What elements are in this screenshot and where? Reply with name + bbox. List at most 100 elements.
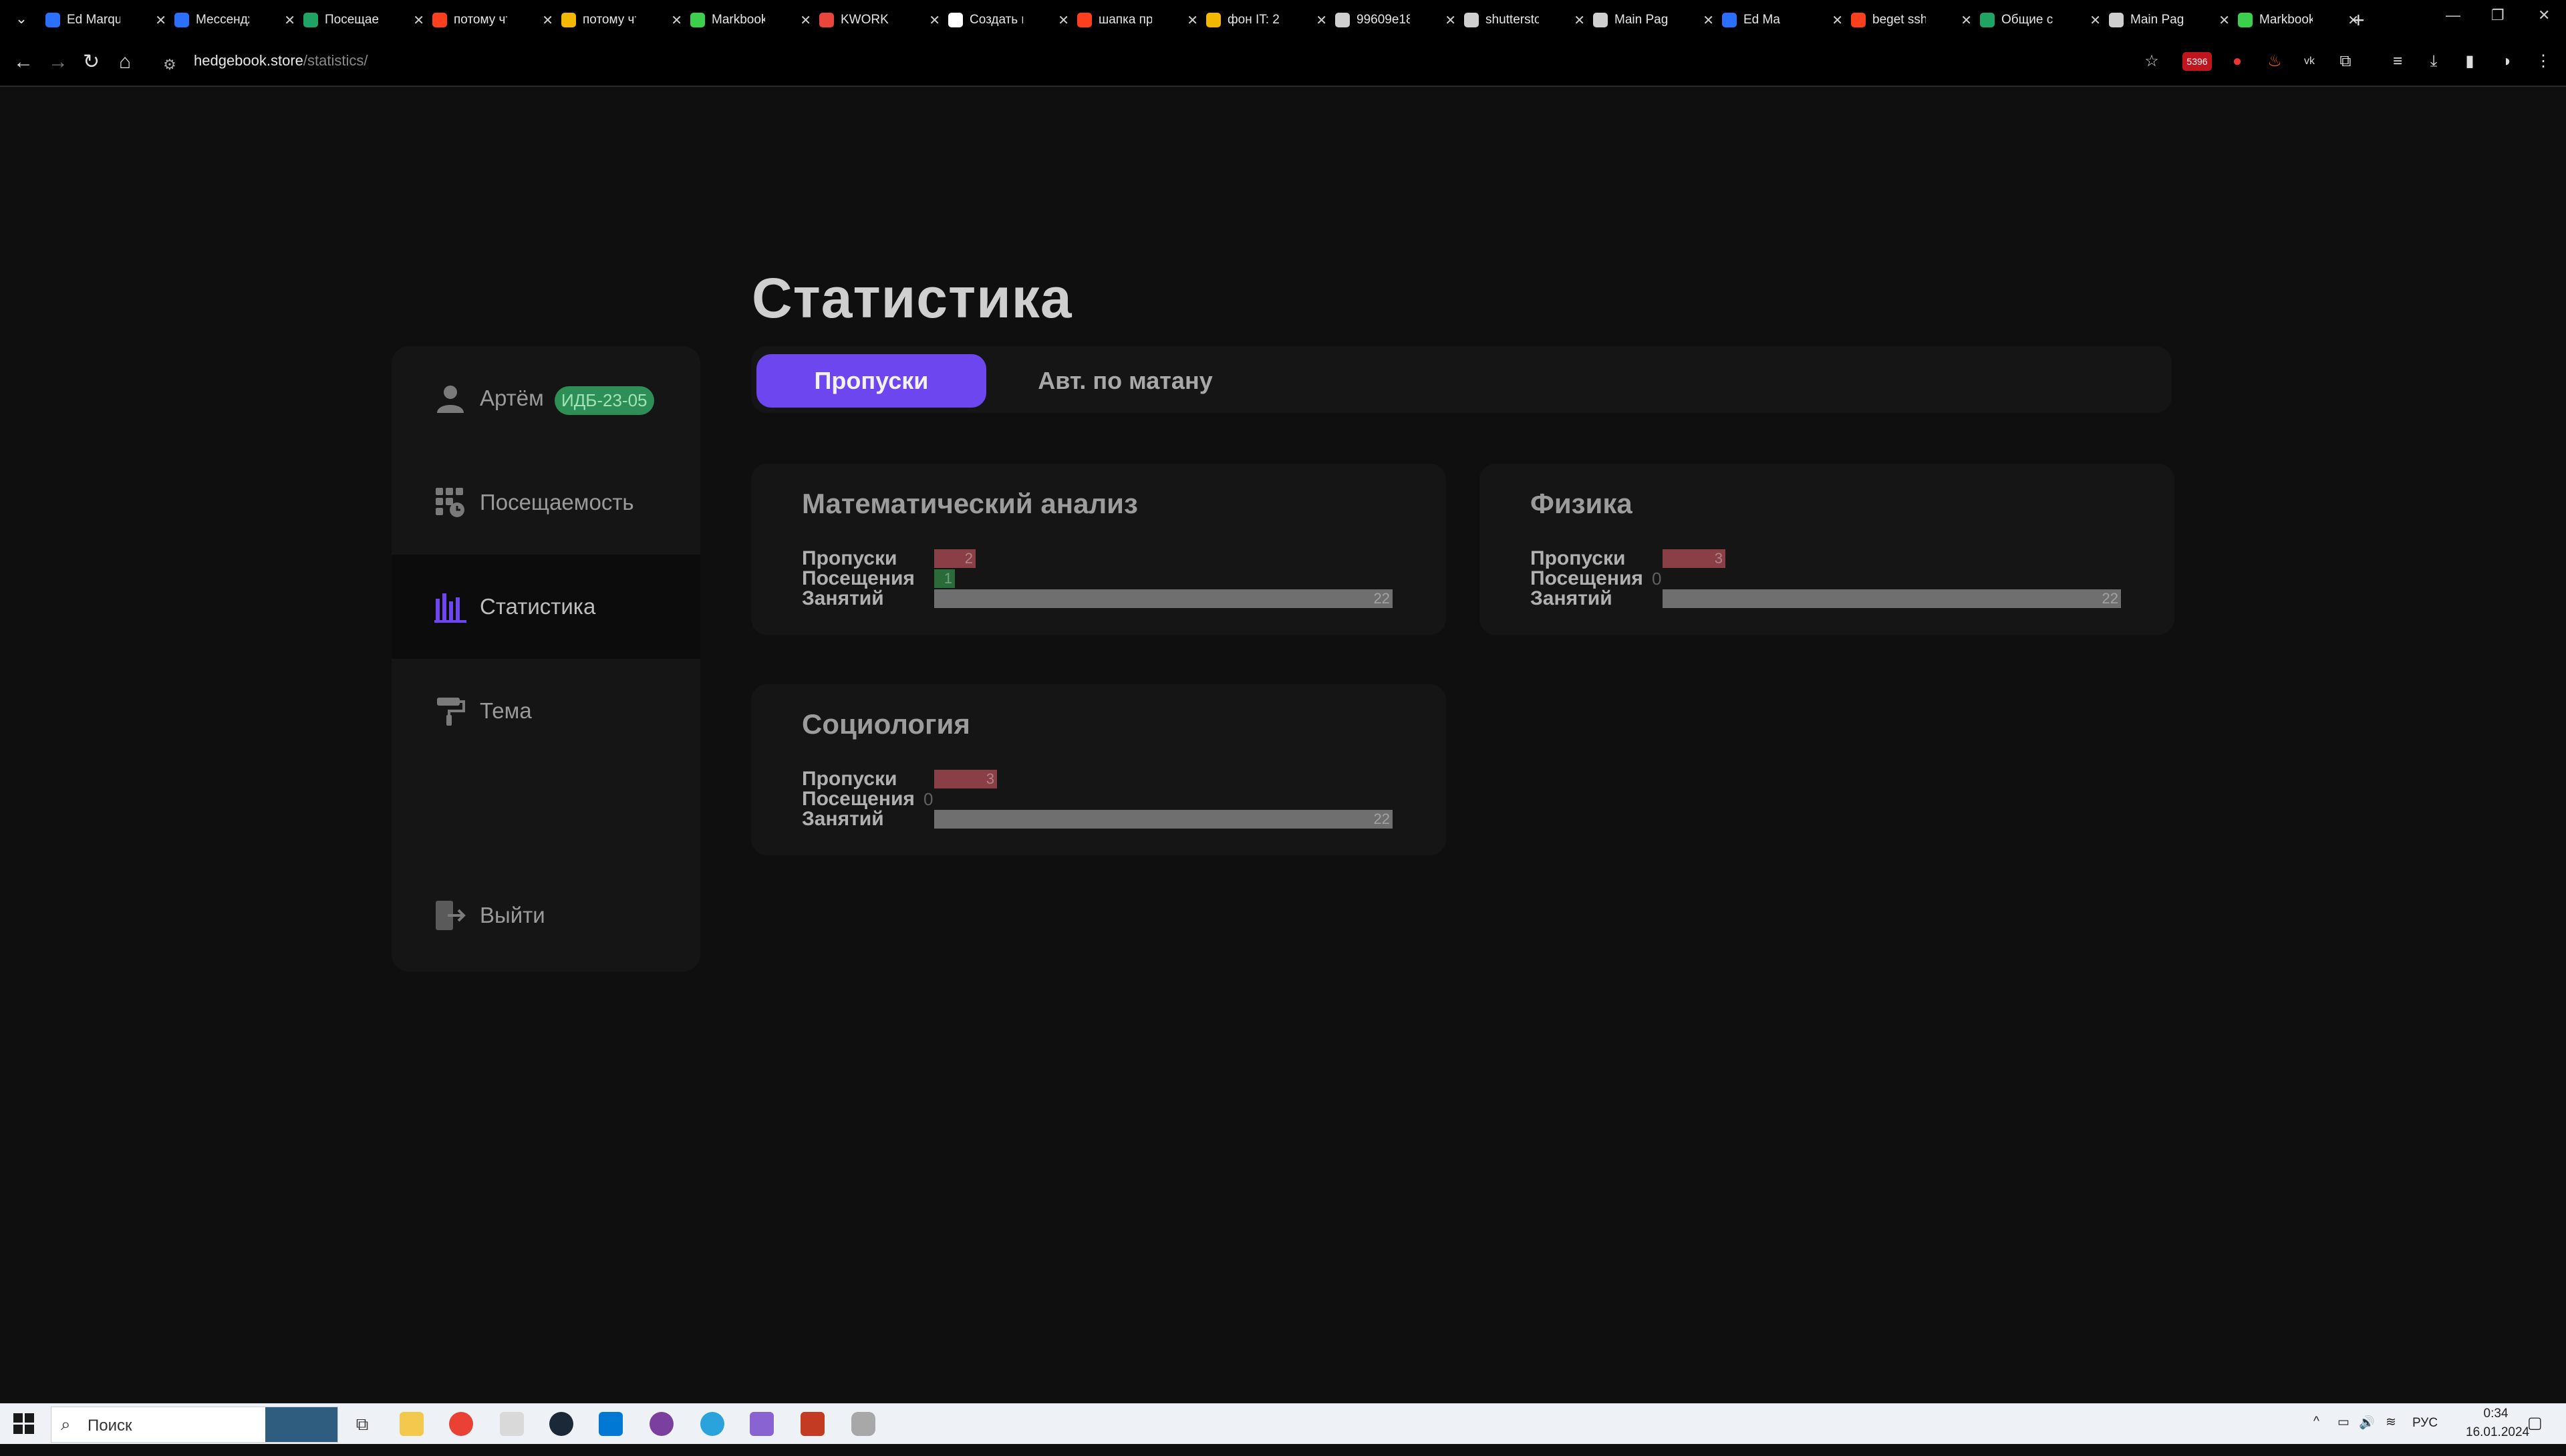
tab-close-icon[interactable]: ✕	[671, 12, 682, 29]
browser-tab[interactable]: beget ssh ✕	[1851, 5, 1972, 35]
bookmark-star-icon[interactable]: ☆	[2142, 52, 2161, 71]
browser-tab[interactable]: Посещаемость ✕	[303, 5, 424, 35]
tab-title: фон IT: 2	[1228, 13, 1280, 27]
new-tab-button[interactable]: +	[2352, 8, 2365, 32]
tab-close-icon[interactable]: ✕	[1058, 12, 1069, 29]
visits-row: Посещения 0	[802, 788, 1443, 810]
tab-close-icon[interactable]: ✕	[155, 12, 166, 29]
tab-close-icon[interactable]: ✕	[1961, 12, 1972, 29]
group-badge: ИДБ-23-05	[555, 386, 654, 415]
restore-icon[interactable]: ❐	[2491, 7, 2505, 24]
subject-title: Социология	[802, 708, 970, 740]
address-bar[interactable]: hedgebook.store/statistics/	[194, 52, 368, 69]
extension-flame-icon[interactable]: ♨	[2265, 52, 2284, 71]
language-indicator[interactable]: РУС	[2412, 1416, 2438, 1456]
sidebar-item-statistics[interactable]: Статистика	[392, 555, 700, 659]
back-icon[interactable]: ←	[13, 51, 33, 74]
notifications-icon[interactable]: ▢	[2527, 1413, 2543, 1453]
task-view-icon[interactable]: ⧉	[350, 1412, 374, 1436]
browser-menu-icon[interactable]: ⋮	[2534, 52, 2553, 71]
forward-icon[interactable]: →	[48, 51, 68, 74]
search-icon: ⌕	[61, 1414, 71, 1434]
total-row: Занятий 22	[802, 808, 1443, 830]
tray-expand-icon[interactable]: ^	[2313, 1415, 2319, 1455]
browser-tab[interactable]: Main Page ✕	[2109, 5, 2230, 35]
reload-icon[interactable]: ↻	[83, 51, 100, 74]
telegram-icon[interactable]	[700, 1412, 724, 1436]
side-panel-icon[interactable]: ▮	[2460, 52, 2479, 71]
home-icon[interactable]: ⌂	[119, 51, 131, 74]
extensions-puzzle-icon[interactable]: ⧉	[2336, 52, 2355, 71]
tab-close-icon[interactable]: ✕	[1703, 12, 1714, 29]
downloads-icon[interactable]: ⤓	[2424, 52, 2443, 71]
clock[interactable]: 0:34 16.01.2024	[2466, 1407, 2529, 1447]
total-label: Занятий	[1530, 587, 1612, 609]
browser-tab[interactable]: Создать к ✕	[948, 5, 1069, 35]
steam-icon[interactable]	[549, 1412, 573, 1436]
browser-tab[interactable]: Markbook ✕	[690, 5, 811, 35]
sidebar-item-theme[interactable]: Тема	[392, 659, 700, 763]
chrome-icon[interactable]	[449, 1412, 473, 1436]
tab-search-icon[interactable]: ⌄	[12, 9, 31, 28]
tab-favicon-icon	[174, 13, 189, 27]
profile-avatar-icon[interactable]: ◑	[2497, 52, 2515, 71]
clock-time: 0:34	[2483, 1407, 2509, 1421]
tab-title: Main Page	[1614, 13, 1668, 27]
volume-icon[interactable]: 🔊	[2359, 1415, 2375, 1455]
browser-tab[interactable]: Markbook ✕	[2238, 5, 2359, 35]
extension-red-icon[interactable]: ●	[2228, 52, 2247, 71]
tab-calculus-auto[interactable]: Авт. по матану	[1025, 354, 1226, 408]
taskbar-search[interactable]: ⌕ Поиск	[51, 1407, 338, 1443]
sidebar-item-attendance[interactable]: Посещаемость	[392, 450, 700, 555]
tab-close-icon[interactable]: ✕	[1574, 12, 1585, 29]
close-window-icon[interactable]: ✕	[2538, 7, 2550, 24]
sidebar-item-label: Посещаемость	[480, 490, 634, 515]
extension-badge[interactable]: 5396	[2182, 52, 2212, 71]
browser-tab[interactable]: фон IT: 2 ✕	[1206, 5, 1327, 35]
browser-tab[interactable]: потому что ✕	[561, 5, 682, 35]
mouse-app-icon[interactable]	[851, 1412, 875, 1436]
tab-close-icon[interactable]: ✕	[1187, 12, 1198, 29]
tab-close-icon[interactable]: ✕	[929, 12, 940, 29]
app-purple-icon[interactable]	[650, 1412, 674, 1436]
tab-close-icon[interactable]: ✕	[1832, 12, 1843, 29]
browser-tab[interactable]: 99609e18 ✕	[1335, 5, 1456, 35]
tab-title: Посещаемость	[325, 13, 378, 27]
minimize-icon[interactable]: —	[2446, 7, 2460, 24]
browser-tab[interactable]: Мессенджер ✕	[174, 5, 295, 35]
tray-device-icon[interactable]: ▭	[2337, 1415, 2349, 1455]
document-app-icon[interactable]	[500, 1412, 524, 1436]
vscode-icon[interactable]	[599, 1412, 623, 1436]
browser-tab[interactable]: Общие с ✕	[1980, 5, 2101, 35]
visual-studio-icon[interactable]	[750, 1412, 774, 1436]
total-value: 22	[1373, 590, 1390, 607]
tab-close-icon[interactable]: ✕	[2219, 12, 2230, 29]
file-explorer-icon[interactable]	[400, 1412, 424, 1436]
windows-start-icon[interactable]	[13, 1413, 35, 1435]
tab-close-icon[interactable]: ✕	[542, 12, 553, 29]
browser-tab[interactable]: потому что ✕	[432, 5, 553, 35]
browser-tab[interactable]: Ed Marquis ✕	[45, 5, 166, 35]
tab-close-icon[interactable]: ✕	[1445, 12, 1456, 29]
tab-close-icon[interactable]: ✕	[284, 12, 295, 29]
browser-tab[interactable]: Ed Ma ✕	[1722, 5, 1843, 35]
tab-absences[interactable]: Пропуски	[756, 354, 986, 408]
app-red-icon[interactable]	[801, 1412, 825, 1436]
tab-close-icon[interactable]: ✕	[800, 12, 811, 29]
tab-close-icon[interactable]: ✕	[1316, 12, 1327, 29]
wifi-icon[interactable]: ≋	[2386, 1415, 2396, 1455]
site-info-icon[interactable]: ⚙	[163, 53, 176, 76]
subject-title: Математический анализ	[802, 488, 1138, 519]
extension-vk-icon[interactable]: vk	[2300, 52, 2319, 71]
browser-tab[interactable]: шапка про ✕	[1077, 5, 1198, 35]
sidebar-item-logout[interactable]: Выйти	[392, 863, 700, 968]
bar-chart-icon	[434, 593, 466, 623]
total-bar: 22	[934, 589, 1393, 608]
browser-tab[interactable]: shutterstock ✕	[1464, 5, 1585, 35]
media-control-icon[interactable]: ≡	[2388, 52, 2407, 71]
tab-close-icon[interactable]: ✕	[2090, 12, 2101, 29]
tab-close-icon[interactable]: ✕	[413, 12, 424, 29]
sidebar-item-profile[interactable]: Артём ИДБ-23-05	[392, 346, 700, 450]
browser-tab[interactable]: Main Page ✕	[1593, 5, 1714, 35]
browser-tab[interactable]: KWORK ✕	[819, 5, 940, 35]
